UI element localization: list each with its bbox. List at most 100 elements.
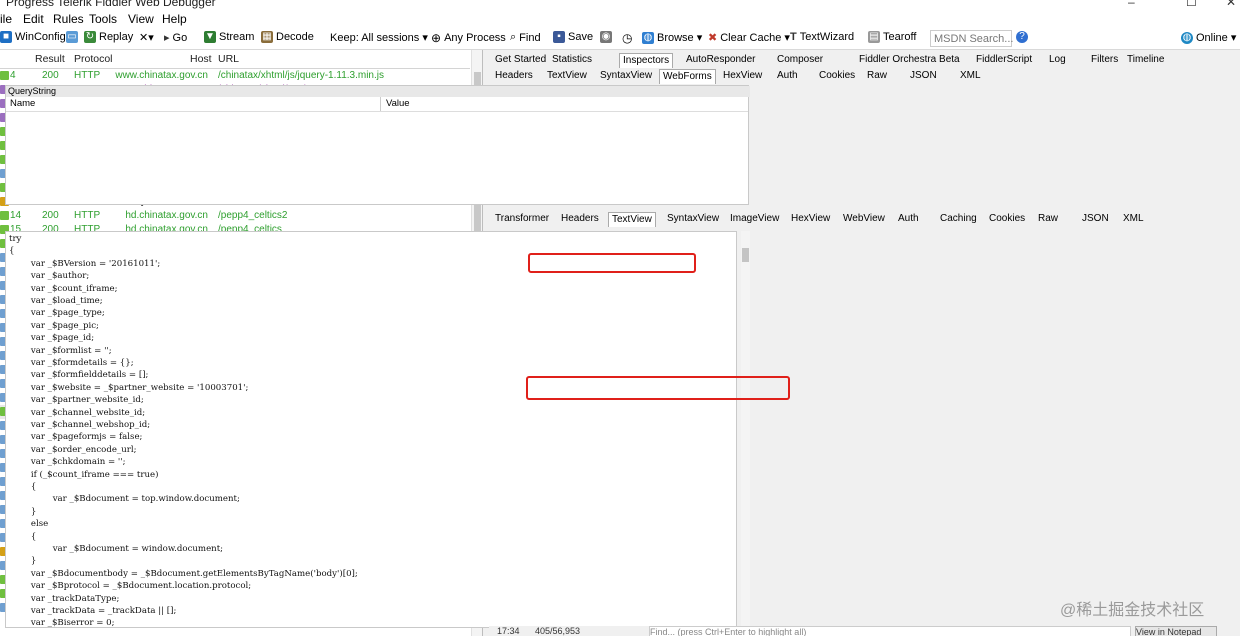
browse-button[interactable]: ◍ Browse ▾ [642, 31, 702, 44]
minimize-button[interactable]: – [1128, 0, 1135, 9]
column-url[interactable]: URL [218, 53, 239, 65]
response-textview[interactable]: try { var _$BVersion = '20161011'; var _$… [5, 231, 737, 628]
querystring-grid: QueryString Name Value [5, 85, 750, 205]
tab-statistics[interactable]: Statistics [549, 53, 595, 67]
request-tab-auth[interactable]: Auth [774, 69, 801, 83]
code-scrollbar[interactable] [741, 231, 750, 626]
session-result: 200 [42, 70, 59, 81]
request-tab-headers[interactable]: Headers [492, 69, 536, 83]
session-type-icon [0, 211, 9, 220]
tab-log[interactable]: Log [1046, 53, 1069, 67]
request-tab-syntaxview[interactable]: SyntaxView [597, 69, 655, 83]
scrollbar-thumb[interactable] [742, 248, 749, 262]
session-row[interactable]: 4 200 HTTP www.chinatax.gov.cn/chinatax/xht… [0, 69, 470, 83]
tab-composer[interactable]: Composer [774, 53, 826, 67]
go-button[interactable]: ▸ Go [164, 31, 187, 45]
clear-cache-button[interactable]: ✖ Clear Cache ▾ [708, 31, 790, 44]
response-tab-auth[interactable]: Auth [895, 212, 922, 226]
code-line: { [9, 246, 15, 257]
menu-file[interactable]: ile [0, 12, 12, 26]
find-button[interactable]: ⌕ Find [510, 31, 541, 44]
comment-button[interactable]: ▭ [66, 31, 78, 43]
find-input[interactable]: Find... (press Ctrl+Enter to highlight a… [649, 626, 1131, 636]
request-tab-hexview[interactable]: HexView [720, 69, 765, 83]
querystring-header: Name Value [6, 97, 748, 112]
column-protocol[interactable]: Protocol [74, 53, 113, 65]
response-tab-raw[interactable]: Raw [1035, 212, 1061, 226]
replay-icon: ↻ [84, 31, 96, 43]
char-count: 405/56,953 [535, 626, 581, 636]
column-name[interactable]: Name [10, 98, 35, 109]
stream-button[interactable]: ▼ Stream [204, 31, 254, 43]
session-id: 4 [10, 70, 16, 81]
sessions-header: Result Protocol Host URL [0, 50, 470, 69]
response-tab-hexview[interactable]: HexView [788, 212, 833, 226]
clear-cache-icon: ✖ [708, 32, 718, 44]
remove-button[interactable]: ✕▾ [139, 31, 154, 44]
menu-rules[interactable]: Rules [53, 12, 84, 26]
code-line: var _$Bdocument = top.window.document; [9, 494, 240, 505]
code-line: var _$BVersion = '20161011'; [9, 258, 161, 269]
response-tab-cookies[interactable]: Cookies [986, 212, 1028, 226]
online-button[interactable]: ◍ Online ▾ [1181, 31, 1236, 44]
request-tab-cookies[interactable]: Cookies [816, 69, 858, 83]
code-line: var _$chkdomain = ''; [9, 457, 126, 468]
watermark: @稀土掘金技术社区 [1060, 602, 1205, 619]
decode-button[interactable]: ▦ Decode [261, 31, 314, 43]
code-line: var _$channel_webshop_id; [9, 420, 151, 430]
response-tab-imageview[interactable]: ImageView [727, 212, 782, 226]
response-tab-webview[interactable]: WebView [840, 212, 888, 226]
tab-get-started[interactable]: Get Started [492, 53, 549, 67]
code-line: var _$load_time; [9, 296, 103, 306]
tab-autoresponder[interactable]: AutoResponder [683, 53, 759, 67]
tab-timeline[interactable]: Timeline [1124, 53, 1167, 67]
request-tab-json[interactable]: JSON [907, 69, 940, 83]
decode-icon: ▦ [261, 31, 273, 43]
keep-sessions-dropdown[interactable]: Keep: All sessions ▾ [330, 31, 428, 44]
column-host[interactable]: Host [190, 53, 212, 65]
camera-icon: ◉ [600, 31, 612, 43]
timer-button[interactable]: ◷ [622, 31, 632, 45]
menu-edit[interactable]: Edit [23, 12, 44, 26]
code-line: var _$Bdocumentbody = _$Bdocument.getEle… [9, 568, 358, 579]
menu-tools[interactable]: Tools [89, 12, 117, 26]
column-value[interactable]: Value [386, 98, 410, 109]
screenshot-button[interactable]: ◉ [600, 31, 612, 43]
textwizard-button[interactable]: T TextWizard [790, 31, 854, 43]
request-tab-xml[interactable]: XML [957, 69, 984, 83]
close-button[interactable]: ✕ [1226, 0, 1236, 9]
response-tab-headers[interactable]: Headers [558, 212, 602, 226]
response-tab-transformer[interactable]: Transformer [492, 212, 552, 226]
querystring-caption: QueryString [6, 86, 750, 97]
help-button[interactable]: ? [1016, 31, 1028, 43]
crosshair-icon: ⊕ [431, 31, 442, 45]
response-tab-caching[interactable]: Caching [937, 212, 980, 226]
save-button[interactable]: ▪ Save [553, 31, 593, 43]
request-tab-webforms[interactable]: WebForms [659, 69, 716, 84]
tab-inspectors[interactable]: Inspectors [619, 53, 674, 68]
tab-fiddler-orchestra-beta[interactable]: Fiddler Orchestra Beta [856, 53, 963, 67]
request-tab-raw[interactable]: Raw [864, 69, 890, 83]
session-row[interactable]: 14 200 HTTP hd.chinatax.gov.cn/pepp4_celtic… [0, 209, 470, 223]
any-process-button[interactable]: ⊕ Any Process [431, 31, 506, 45]
tearoff-button[interactable]: ▤ Tearoff [868, 31, 916, 43]
response-tab-xml[interactable]: XML [1120, 212, 1147, 226]
response-tab-textview[interactable]: TextView [608, 212, 656, 227]
column-result[interactable]: Result [35, 53, 65, 65]
view-in-notepad-button[interactable]: View in Notepad [1135, 626, 1217, 636]
response-tab-json[interactable]: JSON [1079, 212, 1112, 226]
msdn-search-input[interactable]: MSDN Search... [930, 30, 1013, 47]
request-tab-textview[interactable]: TextView [544, 69, 590, 83]
winconfig-button[interactable]: ■ WinConfig [0, 31, 66, 43]
code-line: var _$author; [9, 271, 90, 282]
response-tab-syntaxview[interactable]: SyntaxView [664, 212, 722, 226]
replay-button[interactable]: ↻ Replay [84, 31, 133, 43]
menu-view[interactable]: View [128, 12, 154, 26]
maximize-button[interactable]: ☐ [1186, 0, 1197, 9]
status-bar: 17:34 405/56,953 Find... (press Ctrl+Ent… [489, 626, 1240, 636]
menu-help[interactable]: Help [162, 12, 187, 26]
timer-icon: ◷ [622, 31, 633, 45]
tab-filters[interactable]: Filters [1088, 53, 1121, 67]
session-host: www.chinatax.gov.cn [115, 70, 208, 81]
tab-fiddlerscript[interactable]: FiddlerScript [973, 53, 1035, 67]
